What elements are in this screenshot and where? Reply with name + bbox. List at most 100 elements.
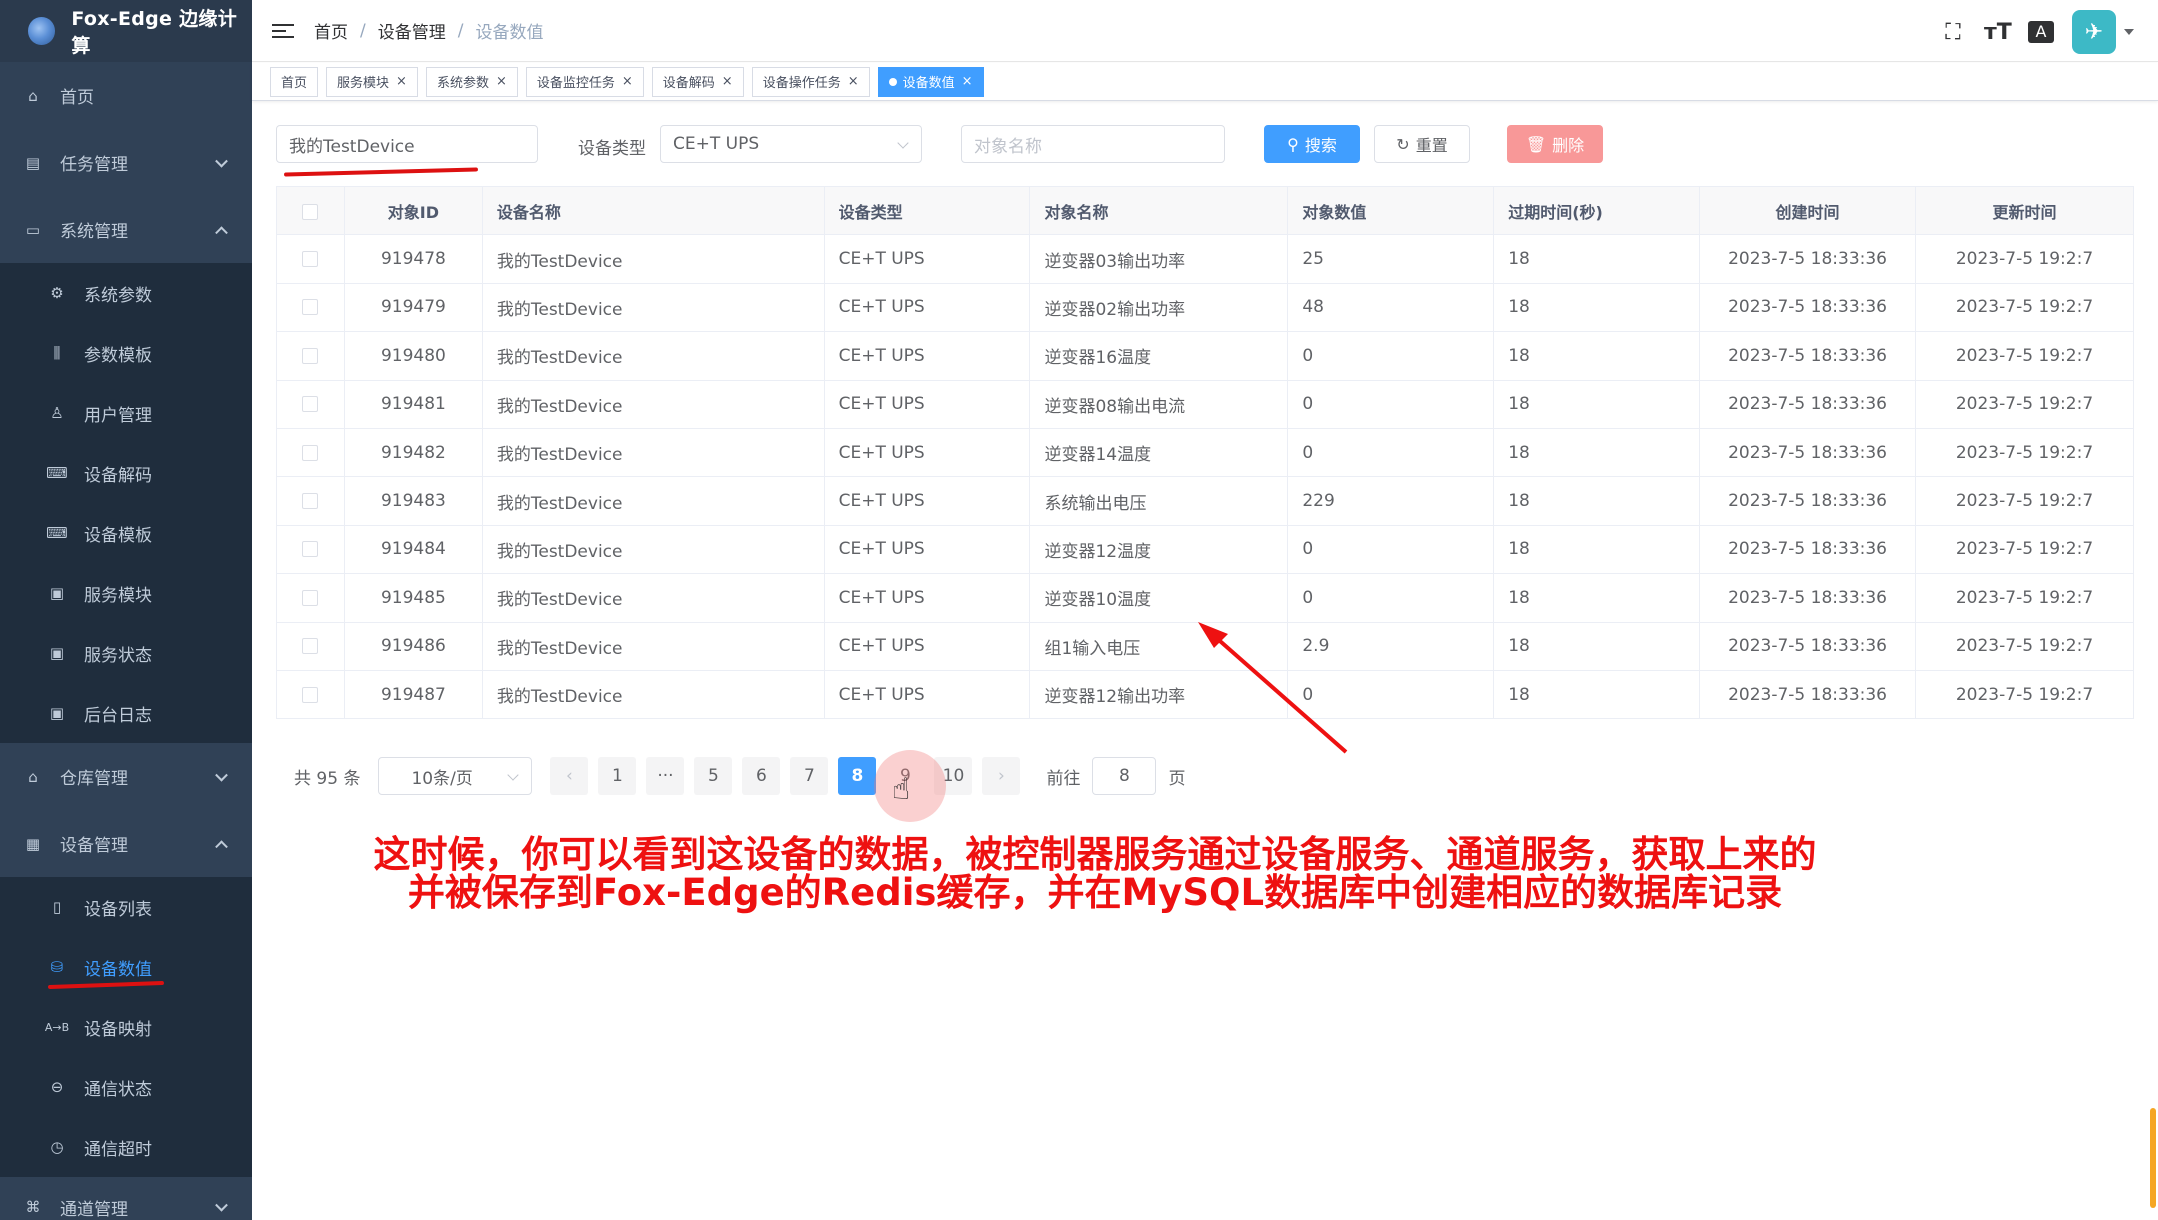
page-button[interactable]: 1 bbox=[598, 757, 637, 795]
table-row[interactable]: 919484 我的TestDevice CE+T UPS 逆变器12温度 0 18 2023… bbox=[276, 525, 2134, 575]
reset-button[interactable]: ↻ 重置 bbox=[1374, 125, 1470, 163]
sidebar-item-param-template[interactable]: ⫼ 参数模板 bbox=[0, 323, 252, 383]
close-icon[interactable]: × bbox=[848, 74, 859, 89]
table-cell: 逆变器12输出功率 bbox=[1029, 670, 1289, 720]
delete-button[interactable]: 🗑 删除 bbox=[1507, 125, 1603, 163]
sidebar-item-service-module[interactable]: ▣ 服务模块 bbox=[0, 563, 252, 623]
row-checkbox-cell[interactable] bbox=[276, 476, 345, 526]
object-name-input[interactable]: 对象名称 bbox=[961, 125, 1225, 163]
row-checkbox[interactable] bbox=[302, 686, 319, 703]
row-checkbox[interactable] bbox=[302, 396, 319, 413]
row-checkbox[interactable] bbox=[302, 638, 319, 655]
tag-device-decoder[interactable]: 设备解码 × bbox=[651, 66, 744, 97]
translate-icon[interactable]: A bbox=[2028, 21, 2054, 43]
sidebar-item-backend-log[interactable]: ▣ 后台日志 bbox=[0, 683, 252, 743]
page-ellipsis[interactable]: ··· bbox=[646, 757, 685, 795]
tag-device-operation-task[interactable]: 设备操作任务 × bbox=[751, 66, 870, 97]
sidebar-item-comm-status[interactable]: ⊖ 通信状态 bbox=[0, 1057, 252, 1117]
sidebar-item-home[interactable]: ⌂ 首页 bbox=[0, 62, 252, 129]
row-checkbox-cell[interactable] bbox=[276, 622, 345, 671]
page-button[interactable]: 7 bbox=[790, 757, 829, 795]
row-checkbox-cell[interactable] bbox=[276, 283, 345, 333]
row-checkbox-cell[interactable] bbox=[276, 670, 345, 720]
goto-label: 前往 bbox=[1046, 768, 1081, 789]
tag-service-module[interactable]: 服务模块 × bbox=[326, 66, 418, 97]
column-header: 创建时间 bbox=[1699, 185, 1917, 236]
next-page-button[interactable]: › bbox=[982, 757, 1021, 795]
page-size-select[interactable]: 10条/页 bbox=[378, 757, 533, 795]
tag-home[interactable]: 首页 bbox=[270, 66, 319, 97]
app-logo[interactable]: Fox-Edge 边缘计算 bbox=[0, 0, 252, 62]
tag-system-params[interactable]: 系统参数 × bbox=[425, 66, 518, 97]
row-checkbox-cell[interactable] bbox=[276, 234, 345, 284]
device-type-select[interactable]: CE+T UPS bbox=[660, 125, 922, 163]
table-row[interactable]: 919480 我的TestDevice CE+T UPS 逆变器16温度 0 18 2023… bbox=[276, 331, 2134, 381]
sidebar-item-label: 用户管理 bbox=[84, 405, 152, 426]
close-icon[interactable]: × bbox=[396, 74, 407, 89]
page-button[interactable]: 6 bbox=[742, 757, 781, 795]
sidebar-item-device-mapping[interactable]: A→B 设备映射 bbox=[0, 997, 252, 1057]
row-checkbox[interactable] bbox=[302, 493, 319, 510]
sidebar-item-device-template[interactable]: ⌨ 设备模板 bbox=[0, 503, 252, 563]
sidebar-item-device-decoder[interactable]: ⌨ 设备解码 bbox=[0, 443, 252, 503]
row-checkbox-cell[interactable] bbox=[276, 380, 345, 429]
tag-device-monitor-task[interactable]: 设备监控任务 × bbox=[525, 66, 644, 97]
sidebar-item-system-management[interactable]: ▭ 系统管理 bbox=[0, 196, 252, 263]
sidebar-item-device-management[interactable]: ▦ 设备管理 bbox=[0, 810, 252, 877]
row-checkbox-cell[interactable] bbox=[276, 573, 345, 623]
sidebar-item-task-management[interactable]: ▤ 任务管理 bbox=[0, 129, 252, 196]
breadcrumb-level1[interactable]: 设备管理 bbox=[378, 18, 446, 43]
row-checkbox-cell[interactable] bbox=[276, 428, 345, 478]
hamburger-icon[interactable] bbox=[272, 20, 294, 42]
table-row[interactable]: 919478 我的TestDevice CE+T UPS 逆变器03输出功率 25 18 2… bbox=[276, 234, 2134, 284]
select-all-checkbox-cell[interactable] bbox=[276, 185, 345, 236]
close-icon[interactable]: × bbox=[962, 74, 973, 89]
select-all-checkbox[interactable] bbox=[302, 203, 319, 220]
table-cell: 919480 bbox=[344, 331, 483, 381]
table-row[interactable]: 919485 我的TestDevice CE+T UPS 逆变器10温度 0 18 2023… bbox=[276, 573, 2134, 623]
sidebar-item-comm-timeout[interactable]: ◷ 通信超时 bbox=[0, 1117, 252, 1177]
sidebar-item-service-status[interactable]: ▣ 服务状态 bbox=[0, 623, 252, 683]
table-row[interactable]: 919481 我的TestDevice CE+T UPS 逆变器08输出电流 0 18 20… bbox=[276, 380, 2134, 429]
row-checkbox[interactable] bbox=[302, 589, 319, 606]
row-checkbox-cell[interactable] bbox=[276, 525, 345, 575]
table-row[interactable]: 919483 我的TestDevice CE+T UPS 系统输出电压 229 18 202… bbox=[276, 476, 2134, 526]
search-button[interactable]: ⚲ 搜索 bbox=[1264, 125, 1360, 163]
scroll-indicator[interactable] bbox=[2150, 1108, 2156, 1208]
sidebar-item-system-params[interactable]: ⚙ 系统参数 bbox=[0, 263, 252, 323]
sidebar-item-channel-management[interactable]: ⌘ 通道管理 bbox=[0, 1177, 252, 1220]
table-body: 919478 我的TestDevice CE+T UPS 逆变器03输出功率 25 18 2… bbox=[276, 234, 2134, 720]
row-checkbox[interactable] bbox=[302, 347, 319, 364]
table-row[interactable]: 919486 我的TestDevice CE+T UPS 组1输入电压 2.9 18 202… bbox=[276, 622, 2134, 671]
sidebar-item-device-list[interactable]: ▯ 设备列表 bbox=[0, 877, 252, 937]
goto-page-input[interactable]: 8 bbox=[1092, 757, 1157, 795]
device-name-input[interactable]: 我的TestDevice bbox=[276, 125, 538, 163]
chevron-down-icon[interactable] bbox=[2124, 29, 2134, 35]
row-checkbox[interactable] bbox=[302, 299, 319, 316]
column-header: 设备名称 bbox=[482, 185, 825, 236]
close-icon[interactable]: × bbox=[722, 74, 733, 89]
row-checkbox[interactable] bbox=[302, 541, 319, 558]
avatar[interactable]: ✈ bbox=[2072, 10, 2116, 54]
close-icon[interactable]: × bbox=[622, 74, 633, 89]
sidebar-item-label: 服务模块 bbox=[84, 585, 152, 606]
page-button-current[interactable]: 8 bbox=[838, 757, 877, 795]
sidebar-item-label: 系统管理 bbox=[60, 222, 128, 242]
font-size-icon[interactable]: тT bbox=[1984, 20, 2012, 45]
fullscreen-icon[interactable]: ⛶ bbox=[1940, 20, 1966, 45]
row-checkbox[interactable] bbox=[302, 251, 319, 268]
sidebar-item-warehouse[interactable]: ⌂ 仓库管理 bbox=[0, 743, 252, 810]
breadcrumb-home[interactable]: 首页 bbox=[314, 18, 348, 43]
sidebar-item-user-management[interactable]: ♙ 用户管理 bbox=[0, 383, 252, 443]
prev-page-button[interactable]: ‹ bbox=[550, 757, 589, 795]
row-checkbox[interactable] bbox=[302, 444, 319, 461]
table-cell: 0 bbox=[1287, 525, 1495, 575]
table-row[interactable]: 919487 我的TestDevice CE+T UPS 逆变器12输出功率 0 18 20… bbox=[276, 670, 2134, 720]
close-icon[interactable]: × bbox=[496, 74, 507, 89]
table-row[interactable]: 919482 我的TestDevice CE+T UPS 逆变器14温度 0 18 2023… bbox=[276, 428, 2134, 478]
tag-device-values[interactable]: 设备数值 × bbox=[877, 66, 984, 97]
sidebar-item-device-values[interactable]: ⛁ 设备数值 bbox=[0, 937, 252, 997]
page-button[interactable]: 5 bbox=[694, 757, 733, 795]
row-checkbox-cell[interactable] bbox=[276, 331, 345, 381]
table-row[interactable]: 919479 我的TestDevice CE+T UPS 逆变器02输出功率 48 18 2… bbox=[276, 283, 2134, 333]
